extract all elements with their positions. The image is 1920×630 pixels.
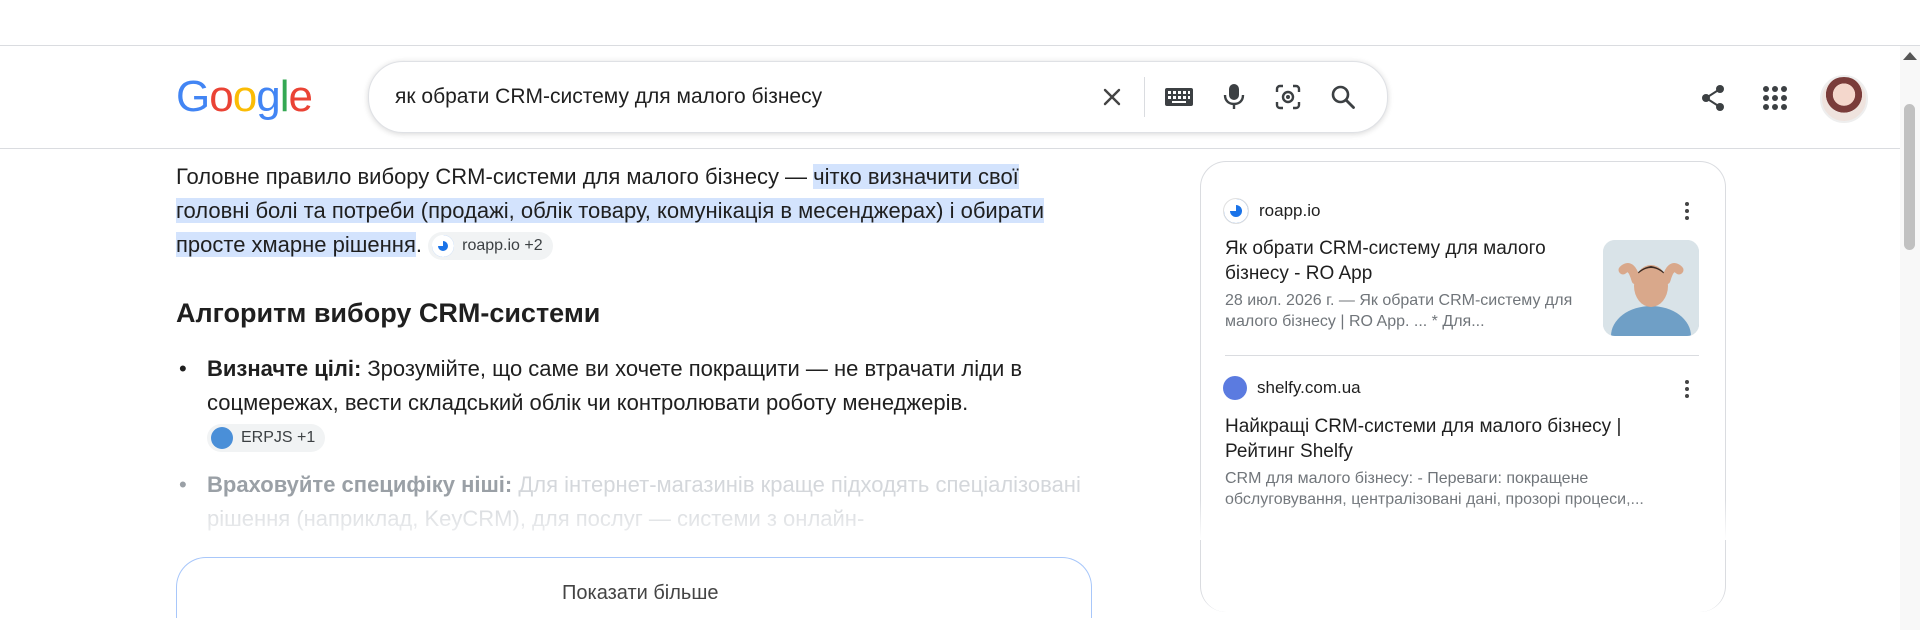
bullet: • [179, 472, 187, 497]
ai-overview-intro: Головне правило вибору CRM-системи для м… [176, 160, 1086, 262]
source-chip-label: ERPJS +1 [241, 429, 316, 447]
source-chip-label: roapp.io +2 [462, 237, 543, 255]
source-site-name: roapp.io [1259, 201, 1321, 220]
search-divider [1144, 77, 1145, 117]
more-options-icon[interactable] [1675, 377, 1699, 401]
sources-panel: roapp.io Як обрати CRM-систему для малог… [1200, 161, 1726, 612]
scroll-up-arrow-icon[interactable] [1903, 52, 1917, 60]
lens-icon[interactable] [1271, 80, 1305, 114]
source-site[interactable]: roapp.io [1223, 198, 1320, 224]
close-icon[interactable] [1095, 80, 1129, 114]
show-more-button[interactable]: Показати більше [176, 557, 1092, 618]
panel-fade [1200, 500, 1726, 540]
list-item-bold: Визначте цілі: [207, 356, 362, 381]
section-title: Алгоритм вибору CRM-системи [176, 298, 601, 328]
intro-end: . [415, 232, 422, 257]
share-icon[interactable] [1695, 80, 1731, 116]
source-title[interactable]: Найкращі CRM-системи для малого бізнесу … [1225, 414, 1695, 464]
more-options-icon[interactable] [1675, 199, 1699, 223]
list-item: • Визначте цілі: Зрозумійте, що саме ви х… [176, 352, 1086, 454]
source-site-name: shelfy.com.ua [1257, 378, 1361, 397]
shelfy-favicon-icon [1223, 376, 1247, 400]
avatar[interactable] [1820, 75, 1868, 123]
source-chip-roapp[interactable]: roapp.io +2 [428, 232, 553, 261]
search-box[interactable]: як обрати CRM-систему для малого бізнесу [368, 61, 1388, 133]
scrollbar-thumb[interactable] [1904, 104, 1915, 250]
roapp-favicon-icon [432, 235, 455, 258]
source-title[interactable]: Як обрати CRM-систему для малого бізнесу… [1225, 236, 1585, 286]
list-item-bold: Враховуйте специфіку ніші: [207, 472, 513, 497]
search-icon[interactable] [1326, 80, 1360, 114]
show-more-label: Показати більше [562, 582, 719, 604]
source-thumbnail[interactable] [1603, 240, 1699, 336]
erpjs-favicon-icon [211, 427, 233, 450]
source-snippet: 28 июл. 2026 г. — Як обрати CRM-систему … [1225, 292, 1573, 330]
apps-grid-icon[interactable] [1757, 80, 1793, 116]
source-site[interactable]: shelfy.com.ua [1223, 376, 1361, 400]
bullet: • [179, 356, 187, 381]
source-chip-erpjs[interactable]: ERPJS +1 [207, 424, 326, 453]
microphone-icon[interactable] [1217, 80, 1251, 114]
google-logo[interactable]: Google [176, 72, 313, 122]
roapp-favicon-icon [1223, 198, 1249, 224]
search-input[interactable]: як обрати CRM-систему для малого бізнесу [395, 85, 822, 109]
source-divider [1225, 355, 1699, 356]
intro-text: Головне правило вибору CRM-системи для м… [176, 164, 814, 189]
keyboard-icon[interactable] [1162, 80, 1196, 114]
content-fade [170, 500, 1100, 560]
